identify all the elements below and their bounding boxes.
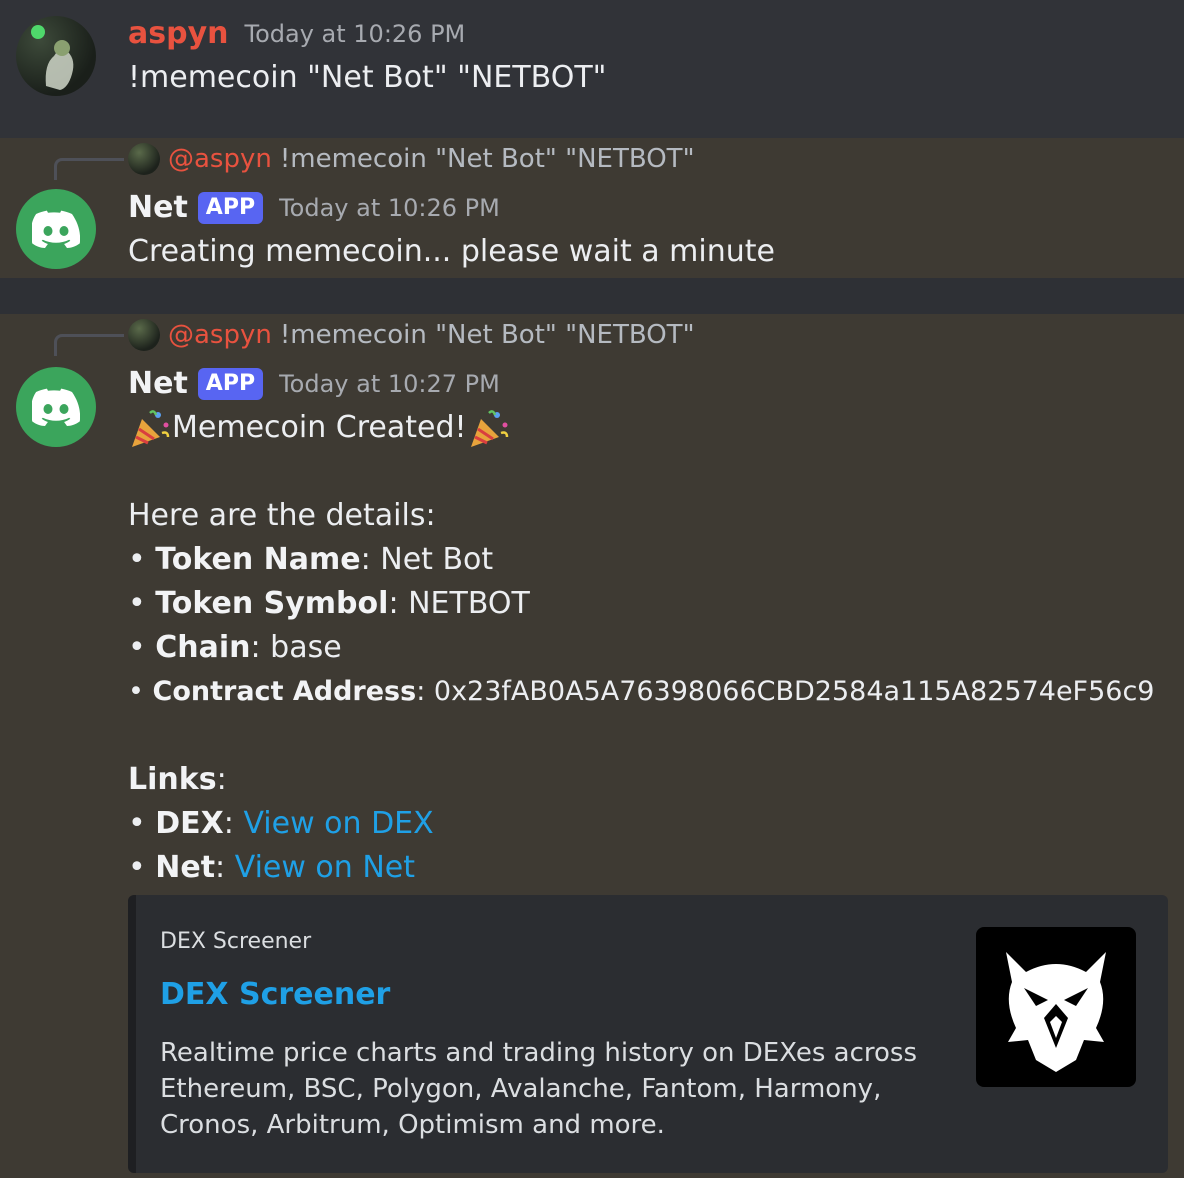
reply-reference[interactable]: @aspyn !memecoin "Net Bot" "NETBOT" <box>128 142 695 176</box>
message-text: !memecoin "Net Bot" "NETBOT" <box>128 60 607 95</box>
detail-label: Chain <box>155 630 251 665</box>
message-header: Net APP Today at 10:26 PM <box>128 190 500 225</box>
reply-connector <box>54 334 124 356</box>
link-item: • DEX: View on DEX <box>128 806 434 841</box>
contract-address: 0x23fAB0A5A76398066CBD2584a115A82574eF56… <box>433 676 1155 707</box>
party-popper-icon <box>128 407 172 451</box>
detail-item: • Token Name: Net Bot <box>128 542 494 577</box>
link-label: DEX <box>155 806 224 841</box>
embed-thumbnail[interactable] <box>976 927 1136 1087</box>
link-label: Net <box>155 850 216 885</box>
eagle-logo-icon <box>1006 952 1106 1072</box>
link-item: • Net: View on Net <box>128 850 415 885</box>
message-content: Creating memecoin... please wait a minut… <box>128 230 775 274</box>
link-embed: DEX Screener DEX Screener Realtime price… <box>128 895 1168 1173</box>
bullet: • <box>128 806 146 841</box>
timestamp[interactable]: Today at 10:26 PM <box>245 20 466 48</box>
message-net-2: @aspyn !memecoin "Net Bot" "NETBOT" Net … <box>0 314 1184 1178</box>
bullet: • <box>128 586 146 621</box>
detail-value: base <box>270 630 342 665</box>
bullet: • <box>128 542 146 577</box>
message-text: Creating memecoin... please wait a minut… <box>128 234 775 269</box>
user-avatar[interactable] <box>16 16 96 96</box>
party-popper-icon <box>467 407 511 451</box>
discord-logo-icon <box>32 210 80 248</box>
bot-avatar[interactable] <box>16 367 96 447</box>
timestamp[interactable]: Today at 10:26 PM <box>279 194 500 222</box>
embed-title-link[interactable]: DEX Screener <box>160 977 390 1012</box>
detail-label: Token Name <box>155 542 361 577</box>
view-on-net-link[interactable]: View on Net <box>235 850 415 885</box>
detail-item: • Chain: base <box>128 630 342 665</box>
message-divider <box>0 278 1184 314</box>
reply-reference[interactable]: @aspyn !memecoin "Net Bot" "NETBOT" <box>128 318 695 352</box>
reply-connector <box>54 158 124 180</box>
message-header: Net APP Today at 10:27 PM <box>128 366 500 401</box>
reply-avatar <box>128 143 160 175</box>
detail-label: Contract Address <box>152 676 417 707</box>
message-aspyn: aspyn Today at 10:26 PM !memecoin "Net B… <box>0 0 1184 138</box>
reply-mention[interactable]: @aspyn <box>168 320 272 350</box>
bot-avatar[interactable] <box>16 189 96 269</box>
headline-line: Memecoin Created! <box>128 406 1154 450</box>
bullet: • <box>128 630 146 665</box>
headline-text: Memecoin Created! <box>172 410 467 445</box>
app-badge: APP <box>197 367 264 400</box>
message-net-1: @aspyn !memecoin "Net Bot" "NETBOT" Net … <box>0 138 1184 278</box>
message-content: Memecoin Created! Here are the details: … <box>128 406 1154 890</box>
username[interactable]: Net <box>128 190 188 225</box>
links-heading: Links: <box>128 762 227 797</box>
intro-text: Here are the details: <box>128 498 436 533</box>
app-badge: APP <box>197 191 264 224</box>
detail-value: NETBOT <box>408 586 530 621</box>
username[interactable]: aspyn <box>128 16 229 51</box>
links-heading-label: Links <box>128 762 217 797</box>
detail-item: • Contract Address: 0x23fAB0A5A76398066C… <box>128 676 1155 707</box>
view-on-dex-link[interactable]: View on DEX <box>243 806 433 841</box>
detail-item: • Token Symbol: NETBOT <box>128 586 530 621</box>
reply-text[interactable]: !memecoin "Net Bot" "NETBOT" <box>280 320 695 350</box>
bullet: • <box>128 850 146 885</box>
embed-provider[interactable]: DEX Screener <box>160 929 311 954</box>
reply-mention[interactable]: @aspyn <box>168 144 272 174</box>
detail-value: Net Bot <box>380 542 494 577</box>
detail-label: Token Symbol <box>155 586 389 621</box>
reply-text[interactable]: !memecoin "Net Bot" "NETBOT" <box>280 144 695 174</box>
username[interactable]: Net <box>128 366 188 401</box>
message-content: !memecoin "Net Bot" "NETBOT" <box>128 56 606 100</box>
reply-avatar <box>128 319 160 351</box>
discord-logo-icon <box>32 388 80 426</box>
bullet: • <box>128 676 144 707</box>
timestamp[interactable]: Today at 10:27 PM <box>279 370 500 398</box>
message-header: aspyn Today at 10:26 PM <box>128 16 465 51</box>
embed-description: Realtime price charts and trading histor… <box>160 1038 917 1140</box>
